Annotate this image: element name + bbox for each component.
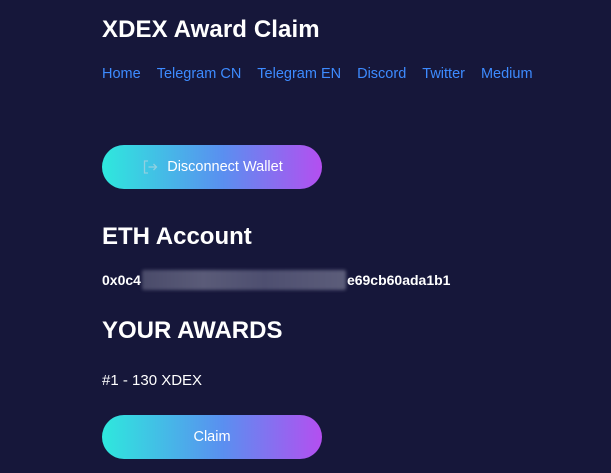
logout-icon: [141, 158, 159, 176]
top-nav: Home Telegram CN Telegram EN Discord Twi…: [102, 66, 533, 82]
eth-address-suffix: e69cb60ada1b1: [346, 272, 451, 288]
address-redaction: [141, 270, 346, 290]
nav-link-telegram-en[interactable]: Telegram EN: [257, 66, 341, 82]
claim-label: Claim: [193, 429, 231, 445]
your-awards-heading: YOUR AWARDS: [102, 317, 283, 344]
eth-address: 0x0c4 e69cb60ada1b1: [102, 270, 450, 290]
nav-link-medium[interactable]: Medium: [481, 66, 533, 82]
page-title: XDEX Award Claim: [102, 16, 320, 43]
disconnect-wallet-label: Disconnect Wallet: [167, 159, 283, 175]
nav-link-home[interactable]: Home: [102, 66, 141, 82]
nav-link-telegram-cn[interactable]: Telegram CN: [157, 66, 242, 82]
disconnect-wallet-button[interactable]: Disconnect Wallet: [102, 145, 322, 189]
nav-link-twitter[interactable]: Twitter: [422, 66, 465, 82]
eth-address-prefix: 0x0c4: [102, 272, 141, 288]
nav-link-discord[interactable]: Discord: [357, 66, 406, 82]
claim-button[interactable]: Claim: [102, 415, 322, 459]
award-item: #1 - 130 XDEX: [102, 372, 203, 389]
eth-account-heading: ETH Account: [102, 223, 252, 250]
